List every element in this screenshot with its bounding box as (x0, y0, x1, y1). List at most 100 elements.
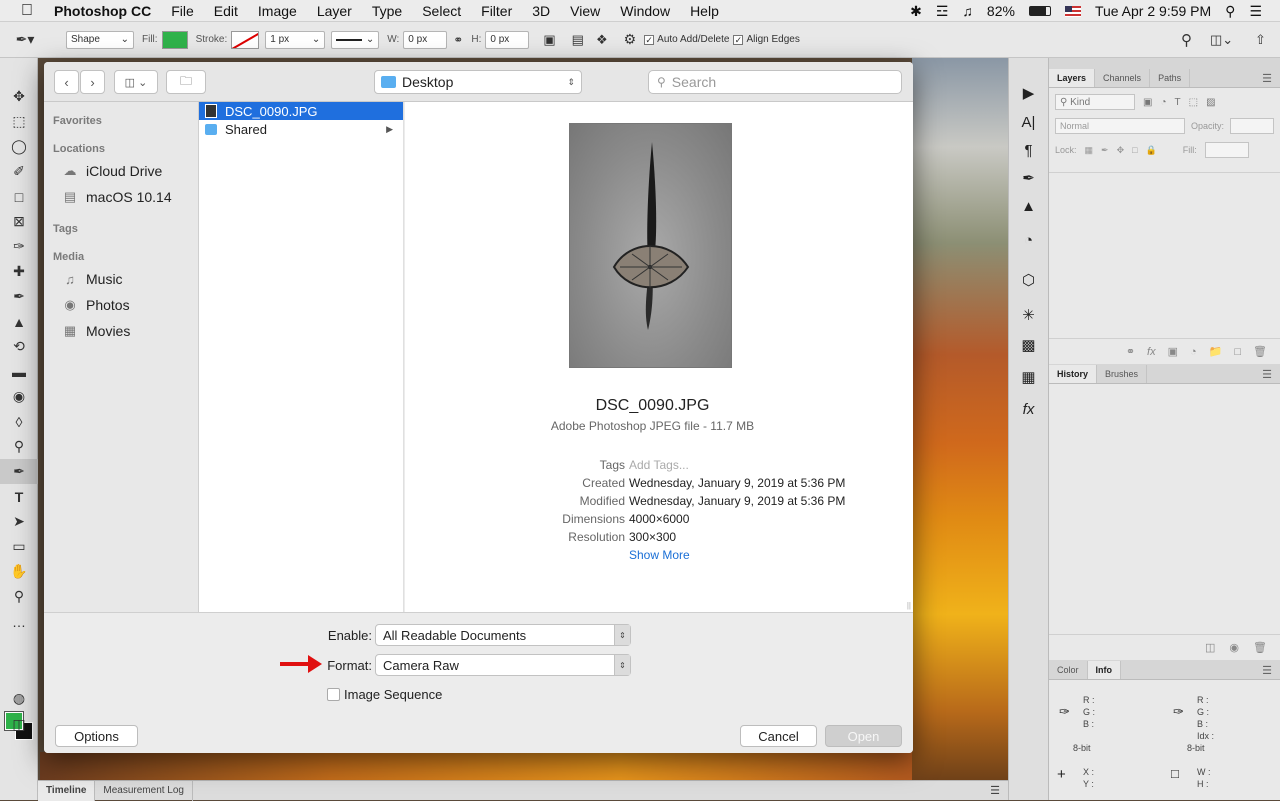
tab-brushes[interactable]: Brushes (1097, 365, 1148, 383)
tab-layers[interactable]: Layers (1049, 69, 1096, 87)
tab-color[interactable]: Color (1049, 661, 1088, 679)
more-tools-icon[interactable]: … (0, 609, 38, 634)
layer-kind-filter[interactable]: ⚲ Kind (1055, 94, 1135, 110)
enable-select[interactable]: All Readable Documents ⇕ (375, 624, 631, 646)
lasso-tool-icon[interactable]: ◯ (0, 134, 38, 159)
flag-icon[interactable] (1064, 5, 1081, 17)
new-folder-button[interactable]: 🗀 (166, 70, 206, 94)
layers-panel-menu-icon[interactable]: ☰ (1262, 72, 1272, 85)
rectangle-tool-icon[interactable]: ▭ (0, 534, 38, 559)
blur-tool-icon[interactable]: ◊ (0, 409, 38, 434)
show-more-link[interactable]: Show More (629, 546, 909, 564)
menu-3d[interactable]: 3D (522, 3, 560, 19)
link-layers-icon[interactable]: ⚭ (1126, 345, 1135, 358)
new-group-icon[interactable]: 📁 (1209, 345, 1223, 358)
bluetooth-icon[interactable]: ✱ (910, 3, 922, 20)
path-operations-icon[interactable]: ▣ (543, 32, 555, 48)
tab-paths[interactable]: Paths (1150, 69, 1191, 87)
lock-position-icon[interactable]: ✥ (1117, 145, 1125, 156)
new-layer-icon[interactable]: □ (1234, 346, 1241, 358)
fill-swatch[interactable] (161, 30, 188, 49)
notification-center-icon[interactable]: ☰ (1249, 3, 1262, 20)
tab-info[interactable]: Info (1087, 661, 1122, 679)
hand-tool-icon[interactable]: ✋ (0, 559, 38, 584)
sidebar-item-music[interactable]: ♫ Music (44, 266, 198, 292)
paint-bucket-tool-icon[interactable]: ◉ (0, 384, 38, 409)
snapshot-icon[interactable]: ◉ (1229, 641, 1239, 654)
path-alignment-icon[interactable]: ▤ (572, 32, 584, 48)
healing-brush-tool-icon[interactable]: ✚ (0, 259, 38, 284)
filter-shape-icon[interactable]: ⬚ (1189, 97, 1198, 108)
tab-measurement-log[interactable]: Measurement Log (95, 780, 193, 801)
path-selection-tool-icon[interactable]: ➤ (0, 509, 38, 534)
paragraph-icon[interactable]: ¶ (1009, 136, 1048, 164)
filter-smart-icon[interactable]: ▨ (1206, 97, 1215, 108)
sidebar-item-movies[interactable]: ▦ Movies (44, 318, 198, 344)
quick-select-tool-icon[interactable]: ✐ (0, 159, 38, 184)
file-row[interactable]: DSC_0090.JPG (199, 102, 403, 120)
lock-artboard-icon[interactable]: □ (1132, 145, 1137, 155)
menu-image[interactable]: Image (248, 3, 307, 19)
menu-file[interactable]: File (161, 3, 204, 19)
tags-input[interactable]: Add Tags... (629, 456, 909, 474)
view-mode-button[interactable]: ◫ ⌄ (114, 70, 158, 94)
tab-history[interactable]: History (1049, 365, 1098, 383)
pen-tool-icon[interactable]: ✒▾ (0, 31, 50, 48)
zoom-tool-icon[interactable]: ⚲ (0, 584, 38, 609)
tool-mode-select[interactable]: Shape ⌄ (66, 30, 134, 49)
stroke-type-select[interactable]: ⌄ (331, 30, 380, 49)
fill-input[interactable] (1204, 142, 1249, 158)
menu-window[interactable]: Window (610, 3, 680, 19)
eyedropper-tool-icon[interactable]: ✑ (0, 234, 38, 259)
marquee-tool-icon[interactable]: ⬚ (0, 109, 38, 134)
column-resize-handle[interactable]: || (907, 601, 911, 610)
path-arrangement-icon[interactable]: ❖ (596, 32, 608, 48)
type-tool-icon[interactable]: T (0, 484, 38, 509)
lock-all-icon[interactable]: 🔒 (1146, 145, 1157, 156)
auto-add-checkbox[interactable]: ✓ (644, 34, 655, 45)
menu-layer[interactable]: Layer (307, 3, 362, 19)
menu-view[interactable]: View (560, 3, 610, 19)
sidebar-item-icloud[interactable]: ☁ iCloud Drive (44, 158, 198, 184)
move-tool-icon[interactable]: ✥ (0, 84, 38, 109)
blend-mode-select[interactable]: Normal (1055, 118, 1185, 134)
open-button[interactable]: Open (825, 725, 902, 747)
sidebar-item-photos[interactable]: ◉ Photos (44, 292, 198, 318)
menu-app-name[interactable]: Photoshop CC (54, 3, 161, 19)
width-input[interactable]: 0 px (403, 30, 448, 49)
properties-icon[interactable]: ✳ (1009, 300, 1048, 330)
delete-layer-icon[interactable]: 🗑 (1253, 345, 1267, 358)
filter-adjustment-icon[interactable]: ◔ (1160, 97, 1166, 108)
brush-settings-icon[interactable]: ✒ (1009, 164, 1048, 192)
filter-type-icon[interactable]: T (1175, 97, 1181, 108)
menu-select[interactable]: Select (412, 3, 471, 19)
wifi-icon[interactable]: ☲ (936, 3, 949, 20)
dodge-tool-icon[interactable]: ⚲ (0, 434, 38, 459)
options-button[interactable]: Options (55, 725, 138, 747)
menu-help[interactable]: Help (680, 3, 729, 19)
menu-type[interactable]: Type (362, 3, 412, 19)
height-input[interactable]: 0 px (485, 30, 530, 49)
folder-row[interactable]: Shared ▶ (199, 120, 403, 138)
battery-icon[interactable] (1028, 6, 1051, 16)
quick-mask-icon[interactable]: ◍ (0, 686, 38, 711)
history-panel-menu-icon[interactable]: ☰ (1262, 368, 1272, 381)
info-panel-menu-icon[interactable]: ☰ (1262, 664, 1272, 677)
forward-button[interactable]: › (80, 70, 105, 94)
sidebar-item-macos[interactable]: ▤ macOS 10.14 (44, 184, 198, 210)
lock-transparent-icon[interactable]: ▦ (1085, 145, 1094, 156)
3d-icon[interactable]: ⬡ (1009, 260, 1048, 300)
share-icon[interactable]: ⇧ (1255, 32, 1266, 48)
clone-source-icon[interactable]: ▲ (1009, 192, 1048, 220)
back-button[interactable]: ‹ (54, 70, 79, 94)
brush-tool-icon[interactable]: ✒ (0, 284, 38, 309)
opacity-input[interactable] (1230, 118, 1274, 134)
workspace-icon[interactable]: ◫⌄ (1210, 32, 1233, 48)
image-sequence-checkbox[interactable] (327, 688, 340, 701)
menu-filter[interactable]: Filter (471, 3, 522, 19)
stroke-swatch[interactable] (231, 30, 260, 49)
location-popup[interactable]: Desktop ⇕ (374, 70, 582, 94)
styles-icon[interactable]: fx (1009, 394, 1048, 424)
menu-edit[interactable]: Edit (204, 3, 248, 19)
search-field[interactable]: ⚲ Search (648, 70, 902, 94)
